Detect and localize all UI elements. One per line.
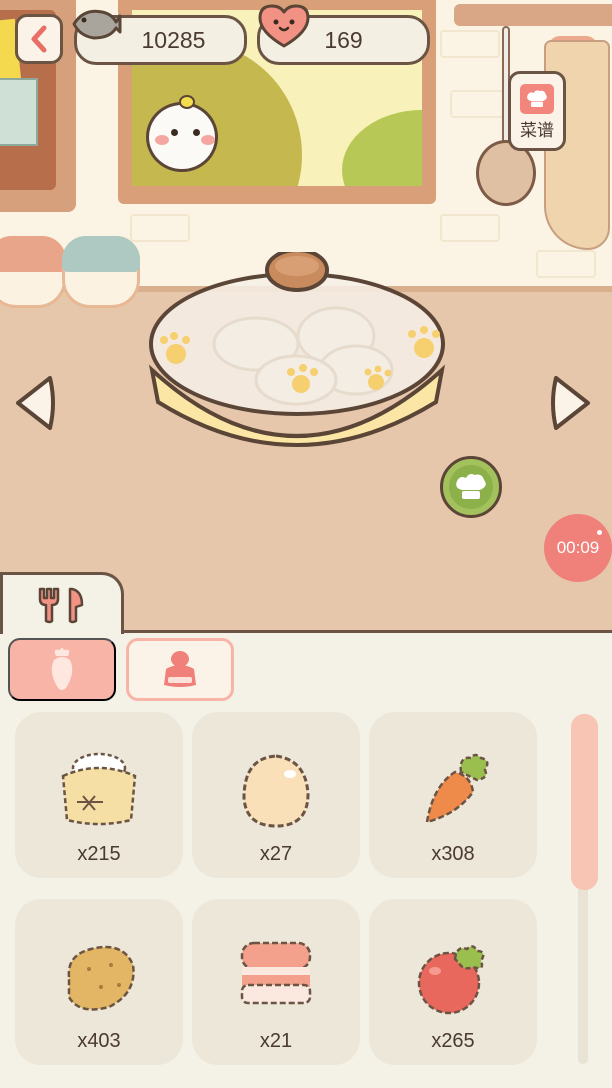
cooking-timer: 00:09	[544, 514, 612, 582]
heart-count: 169	[324, 26, 363, 53]
ingredient-count: x27	[259, 843, 293, 865]
tomato-icon	[417, 945, 485, 1015]
arrow-left-icon	[16, 376, 55, 430]
bird-character[interactable]	[146, 95, 218, 172]
timer-dot	[597, 530, 602, 535]
ingredient-scrollbar-thumb[interactable]	[571, 714, 598, 890]
wall-brick	[440, 30, 500, 58]
ingredient-card-egg[interactable]: x27	[192, 712, 360, 878]
utensil-shelf	[454, 4, 612, 26]
ingredient-count: x215	[77, 843, 121, 865]
cat-jar-lid	[62, 236, 140, 272]
bird-cheek	[201, 135, 215, 145]
sticky-note	[0, 78, 38, 146]
ingredient-card-tomato[interactable]: x265	[369, 899, 537, 1065]
chef-hat-icon	[456, 474, 486, 499]
chevron-left-icon	[31, 25, 47, 53]
carrot-icon	[51, 647, 73, 690]
utensils-icon	[38, 587, 84, 623]
ingredient-count: x403	[77, 1030, 121, 1052]
category-seasoning-button[interactable]	[126, 638, 234, 701]
ingredient-count: x21	[259, 1030, 293, 1052]
cook-button-face	[449, 465, 493, 509]
bird-eye	[193, 129, 200, 136]
recipe-book-label: 菜谱	[520, 121, 554, 140]
timer-value: 00:09	[556, 538, 600, 557]
ingredient-count: x308	[431, 843, 475, 865]
egg-icon	[242, 754, 310, 828]
ingredient-card-carrot[interactable]: x308	[369, 712, 537, 878]
wall-brick	[450, 90, 510, 118]
potato-icon	[67, 945, 135, 1011]
flour-icon	[61, 752, 137, 826]
back-button[interactable]	[15, 14, 63, 64]
arrow-right-icon	[551, 376, 590, 430]
wall-brick	[536, 250, 596, 278]
seasoning-jar-icon	[164, 650, 196, 687]
ingredient-card-potato[interactable]: x403	[15, 899, 183, 1065]
bacon-icon	[240, 941, 312, 1005]
hill	[342, 110, 422, 186]
ingredient-card-flour[interactable]: x215	[15, 712, 183, 878]
ingredient-count: x265	[431, 1030, 475, 1052]
category-produce-button[interactable]	[8, 638, 116, 701]
previous-scene-button[interactable]	[12, 372, 56, 434]
wall-brick	[130, 214, 190, 242]
bird-crest	[179, 95, 195, 109]
ingredient-card-bacon[interactable]: x21	[192, 899, 360, 1065]
coin-count: 10285	[141, 26, 206, 53]
bird-eye	[171, 129, 178, 136]
wall-brick	[440, 214, 500, 242]
next-scene-button[interactable]	[550, 372, 594, 434]
wok[interactable]	[146, 252, 448, 456]
recipe-book-button[interactable]: 菜谱	[508, 71, 566, 151]
chef-hat-icon	[520, 84, 554, 114]
cook-button[interactable]	[440, 456, 502, 518]
heart-face-icon	[258, 4, 310, 48]
cat-jar-lid	[0, 236, 66, 272]
panel-toggle-tab[interactable]	[0, 572, 124, 634]
carrot-icon	[425, 753, 489, 824]
fish-coin-icon	[72, 9, 122, 40]
bird-cheek	[155, 135, 169, 145]
